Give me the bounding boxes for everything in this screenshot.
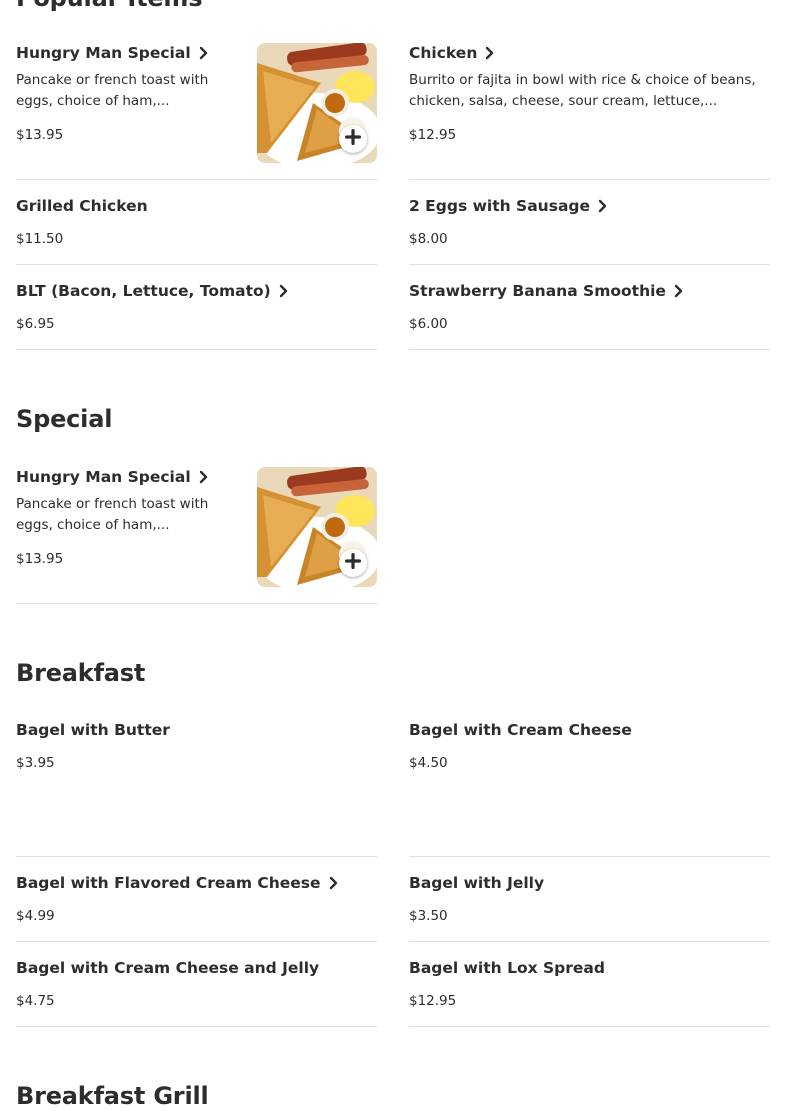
menu-item-card[interactable]: Bagel with Cream Cheese $4.50 [409, 720, 770, 857]
chevron-right-icon [598, 199, 607, 213]
menu-item-card[interactable]: Strawberry Banana Smoothie $6.00 [409, 281, 770, 350]
menu-item-name[interactable]: BLT (Bacon, Lettuce, Tomato) [16, 281, 288, 301]
section-title-breakfast-grill: Breakfast Grill [16, 1082, 209, 1110]
menu-item-card[interactable]: Bagel with Flavored Cream Cheese $4.99 [16, 873, 377, 942]
section-title-breakfast: Breakfast [16, 659, 146, 687]
menu-item-card[interactable]: Hungry Man Special Pancake or french toa… [16, 467, 377, 604]
menu-item-price: $8.00 [409, 231, 448, 247]
section-title-special: Special [16, 405, 113, 433]
menu-item-description: Pancake or french toast with eggs, choic… [16, 72, 209, 109]
menu-item-card[interactable]: Chicken Burrito or fajita in bowl with r… [409, 43, 770, 180]
menu-item-price: $12.95 [409, 993, 457, 1009]
chevron-right-icon [674, 284, 683, 298]
menu-item-price: $13.95 [16, 551, 64, 567]
menu-item-card[interactable]: Bagel with Cream Cheese and Jelly $4.75 [16, 958, 377, 1027]
menu-item-name[interactable]: Hungry Man Special [16, 467, 208, 487]
menu-item-name[interactable]: Bagel with Jelly [409, 873, 544, 893]
menu-item-card[interactable]: Bagel with Jelly $3.50 [409, 873, 770, 942]
menu-item-name[interactable]: Bagel with Cream Cheese and Jelly [16, 958, 319, 978]
menu-item-card[interactable]: Grilled Chicken $11.50 [16, 196, 377, 265]
section-title-popular: Popular Items [16, 0, 203, 12]
food-image[interactable] [257, 43, 377, 163]
menu-item-price: $13.95 [16, 127, 64, 143]
menu-item-card[interactable]: Bagel with Lox Spread $12.95 [409, 958, 770, 1027]
menu-item-price: $4.50 [409, 755, 448, 771]
chevron-right-icon [329, 876, 338, 890]
menu-item-description: Burrito or fajita in bowl with rice & ch… [409, 72, 756, 109]
chevron-right-icon [485, 46, 494, 60]
menu-item-price: $3.95 [16, 755, 55, 771]
menu-item-name[interactable]: Chicken [409, 43, 494, 63]
menu-item-price: $3.50 [409, 908, 448, 924]
menu-item-name[interactable]: Hungry Man Special [16, 43, 208, 63]
menu-item-card[interactable]: 2 Eggs with Sausage $8.00 [409, 196, 770, 265]
chevron-right-icon [199, 46, 208, 60]
menu-item-name[interactable]: Strawberry Banana Smoothie [409, 281, 683, 301]
menu-item-name[interactable]: Bagel with Butter [16, 720, 170, 740]
plus-icon [344, 552, 362, 573]
menu-item-name[interactable]: Bagel with Cream Cheese [409, 720, 632, 740]
menu-item-price: $4.99 [16, 908, 55, 924]
menu-item-price: $6.00 [409, 316, 448, 332]
add-item-button[interactable] [339, 125, 367, 153]
menu-item-name[interactable]: Bagel with Lox Spread [409, 958, 605, 978]
food-image[interactable] [257, 467, 377, 587]
menu-item-price: $4.75 [16, 993, 55, 1009]
add-item-button[interactable] [339, 549, 367, 577]
menu-item-price: $12.95 [409, 127, 457, 143]
menu-item-card[interactable]: BLT (Bacon, Lettuce, Tomato) $6.95 [16, 281, 377, 350]
plus-icon [344, 128, 362, 149]
menu-item-description: Pancake or french toast with eggs, choic… [16, 496, 209, 533]
menu-item-card[interactable]: Bagel with Butter $3.95 [16, 720, 377, 857]
menu-item-card[interactable]: Hungry Man Special Pancake or french toa… [16, 43, 377, 180]
menu-item-name[interactable]: 2 Eggs with Sausage [409, 196, 607, 216]
menu-item-price: $6.95 [16, 316, 55, 332]
menu-item-name[interactable]: Bagel with Flavored Cream Cheese [16, 873, 338, 893]
chevron-right-icon [199, 470, 208, 484]
menu-item-price: $11.50 [16, 231, 64, 247]
chevron-right-icon [279, 284, 288, 298]
menu-item-name[interactable]: Grilled Chicken [16, 196, 148, 216]
